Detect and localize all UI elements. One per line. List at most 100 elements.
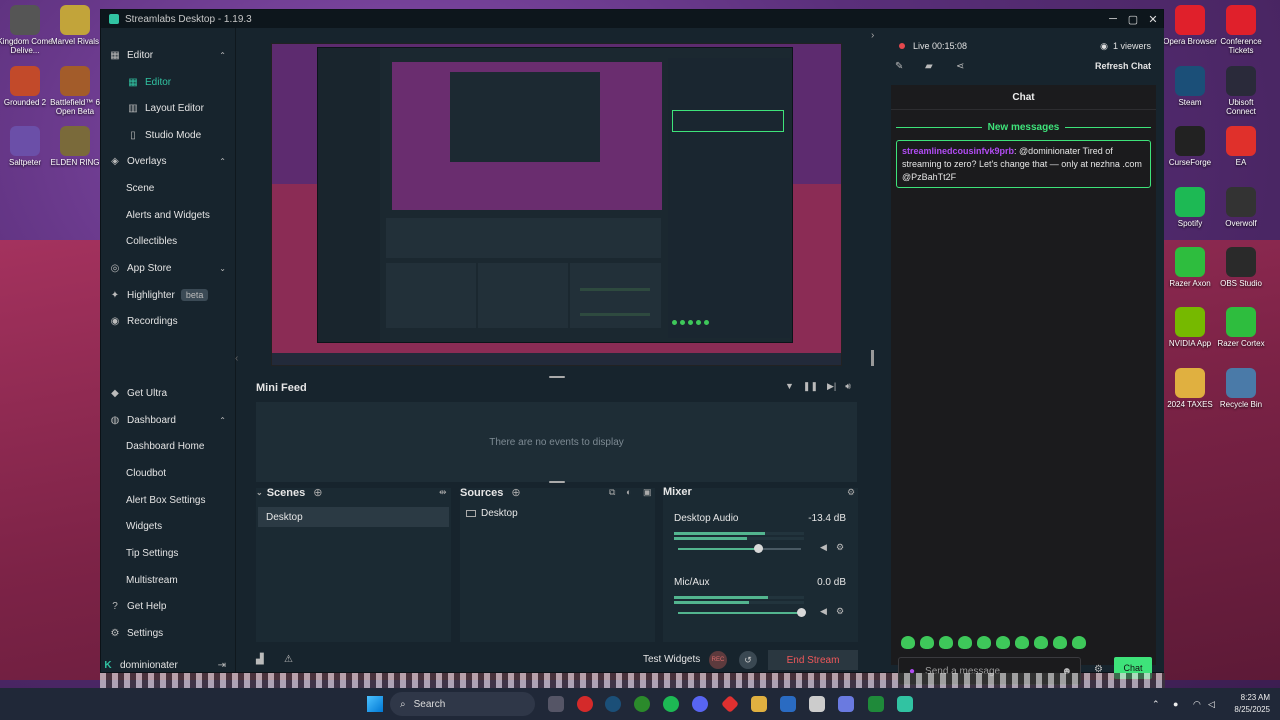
sidebar-item[interactable]: ▯ Studio Mode — [101, 124, 236, 146]
calendar-icon[interactable] — [809, 696, 825, 712]
emote-icon[interactable] — [939, 636, 953, 649]
scene-item[interactable]: Desktop — [258, 507, 449, 527]
resize-handle[interactable] — [549, 481, 565, 483]
desktop-icon[interactable]: Marvel Rivals — [47, 5, 103, 46]
source-item[interactable]: Desktop — [466, 508, 518, 519]
emote-icon[interactable] — [1015, 636, 1029, 649]
desktop-icon[interactable]: CurseForge — [1162, 126, 1218, 167]
sidebar-item[interactable]: Collectibles — [101, 230, 236, 252]
pause-icon[interactable]: ❚❚ — [803, 381, 818, 392]
edit-icon[interactable]: ✎ — [895, 61, 903, 72]
desktop-icon[interactable]: Steam — [1162, 66, 1218, 107]
minimize-button[interactable]: ─ — [1103, 13, 1123, 26]
sidebar-item[interactable]: Cloudbot — [101, 462, 236, 484]
wifi-icon[interactable]: ◠ — [1193, 699, 1201, 710]
desktop-icon[interactable]: ELDEN RING — [47, 126, 103, 167]
sidebar-item[interactable]: ? Get Help — [101, 595, 236, 617]
tray-mic-icon[interactable]: ● — [1173, 699, 1178, 709]
sidebar-item[interactable]: Dashboard Home — [101, 435, 236, 457]
sidebar-item[interactable]: Alerts and Widgets — [101, 204, 236, 226]
mute-icon[interactable]: ◀︎ — [820, 606, 827, 617]
add-scene-icon[interactable]: ⊕ — [313, 486, 322, 499]
camera-icon[interactable]: ▰ — [925, 61, 933, 72]
emote-icon[interactable] — [958, 636, 972, 649]
clock[interactable]: 8:23 AM 8/25/2025 — [1234, 692, 1270, 716]
mute-icon[interactable]: ◀︎ — [820, 542, 827, 553]
desktop-icon[interactable]: Overwolf — [1213, 187, 1269, 228]
volume-icon[interactable]: 🔊︎ — [845, 381, 851, 392]
expand-chat-icon[interactable]: › — [871, 30, 874, 41]
maximize-button[interactable]: ▢ — [1123, 13, 1143, 26]
share-icon[interactable]: ⋖ — [956, 61, 964, 72]
record-button[interactable]: REC — [709, 651, 727, 669]
end-stream-button[interactable]: End Stream — [768, 650, 858, 670]
group-icon[interactable]: ▣ — [643, 487, 652, 498]
volume-knob[interactable] — [753, 544, 763, 553]
folder-icon[interactable]: ⧉ — [609, 487, 615, 498]
sidebar-item[interactable]: ◆ Get Ultra — [101, 382, 236, 404]
steam-icon[interactable] — [605, 696, 621, 712]
close-button[interactable]: ✕ — [1143, 13, 1163, 26]
add-source-icon[interactable]: ⊕ — [511, 486, 520, 499]
emote-icon[interactable] — [901, 636, 915, 649]
chat-message[interactable]: streamlinedcousinfvk9prb: @dominionater … — [896, 140, 1151, 188]
desktop-icon[interactable]: OBS Studio — [1213, 247, 1269, 288]
desktop-icon[interactable]: Razer Cortex — [1213, 307, 1269, 348]
chevron-icon[interactable]: ⌄ — [219, 264, 226, 273]
emote-icon[interactable] — [1053, 636, 1067, 649]
sidebar-item[interactable]: ▦ Editor — [101, 71, 236, 93]
desktop-icon[interactable]: EA — [1213, 126, 1269, 167]
streamlabs-taskbar-icon[interactable] — [897, 696, 913, 712]
taskbar-search[interactable]: ⌕ Search — [390, 692, 535, 716]
message-username[interactable]: streamlinedcousinfvk9prb — [902, 146, 1014, 156]
sidebar-item[interactable]: Tip Settings — [101, 542, 236, 564]
desktop-icon[interactable]: NVIDIA App — [1162, 307, 1218, 348]
volume-knob[interactable] — [797, 608, 806, 617]
emote-icon[interactable] — [920, 636, 934, 649]
desktop-icon[interactable]: Saltpeter — [0, 126, 53, 167]
preview-scrollbar[interactable] — [871, 350, 874, 366]
track-settings-icon[interactable]: ⚙ — [836, 542, 844, 553]
chevron-icon[interactable]: ⌃ — [219, 157, 226, 166]
desktop-icon[interactable]: Recycle Bin — [1213, 368, 1269, 409]
start-button[interactable] — [367, 696, 383, 712]
speaker-icon[interactable]: ◁ — [1208, 699, 1215, 710]
emote-icon[interactable] — [1072, 636, 1086, 649]
logout-icon[interactable]: ⇥ — [218, 660, 226, 671]
copilot-icon[interactable] — [838, 696, 854, 712]
desktop-icon[interactable]: 2024 TAXES — [1162, 368, 1218, 409]
spotify-icon[interactable] — [663, 696, 679, 712]
title-bar[interactable]: Streamlabs Desktop - 1.19.3 ─ ▢ ✕ — [101, 10, 1163, 28]
opera-icon[interactable] — [577, 696, 593, 712]
chevron-icon[interactable]: ⌃ — [219, 51, 226, 60]
volume-slider[interactable] — [678, 544, 801, 553]
resize-handle[interactable] — [549, 376, 565, 378]
sidebar-item[interactable]: Scene — [101, 177, 236, 199]
emote-icon[interactable] — [1034, 636, 1048, 649]
outlook-icon[interactable] — [780, 696, 796, 712]
sidebar-item[interactable]: ◍ Dashboard ⌃ — [101, 409, 236, 431]
stats-icon[interactable]: ▟ — [256, 654, 264, 665]
test-widgets-button[interactable]: Test Widgets — [643, 654, 700, 665]
desktop-icon[interactable]: Spotify — [1162, 187, 1218, 228]
desktop-icon[interactable]: Grounded 2 — [0, 66, 53, 107]
sidebar-item[interactable]: Alert Box Settings — [101, 489, 236, 511]
desktop-icon[interactable]: Kingdom Come Delive... — [0, 5, 53, 55]
sidebar-item[interactable]: Multistream — [101, 569, 236, 591]
app-icon-red[interactable] — [720, 694, 740, 714]
sidebar-item[interactable]: ⚙ Settings — [101, 622, 236, 644]
alert-icon[interactable]: ⚠ — [284, 654, 293, 665]
file-explorer-icon[interactable] — [751, 696, 767, 712]
sidebar-item[interactable]: ◎ App Store ⌄ — [101, 257, 236, 279]
sidebar-item[interactable]: ▦ Editor ⌃ — [101, 44, 236, 66]
sidebar-item[interactable]: ✦ Highlighter beta — [101, 284, 236, 306]
replay-buffer-button[interactable]: ↺ — [739, 651, 757, 669]
discord-icon[interactable] — [692, 696, 708, 712]
desktop-icon[interactable]: Conference Tickets — [1213, 5, 1269, 55]
track-settings-icon[interactable]: ⚙ — [836, 606, 844, 617]
transition-icon[interactable]: ⇹ — [439, 487, 447, 498]
sidebar-item[interactable]: ◈ Overlays ⌃ — [101, 150, 236, 172]
sidebar-item[interactable]: ◉ Recordings — [101, 310, 236, 332]
excel-icon[interactable] — [868, 696, 884, 712]
desktop-icon[interactable]: Ubisoft Connect — [1213, 66, 1269, 116]
